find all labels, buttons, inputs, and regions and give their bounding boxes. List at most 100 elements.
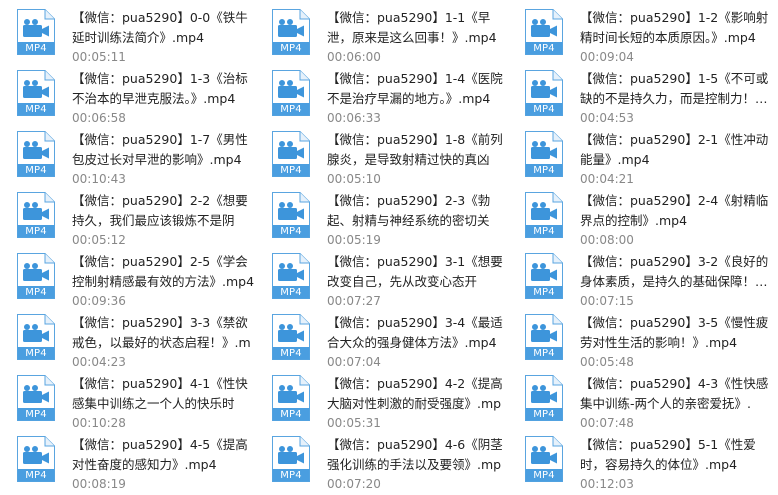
file-item[interactable]: MP4 【微信：pua5290】3-4《最适合大众的强身健体方法》.mp4 00… — [255, 311, 508, 372]
file-item[interactable]: MP4 【微信：pua5290】4-3《性快感集中训练-两个人的亲密爱抚》.m…… — [508, 372, 778, 433]
mp4-file-icon: MP4 — [524, 69, 564, 117]
file-ext-label: MP4 — [533, 104, 555, 115]
file-duration: 00:06:33 — [327, 111, 381, 125]
file-duration: 00:05:10 — [327, 172, 381, 186]
mp4-file-icon: MP4 — [271, 69, 311, 117]
mp4-file-icon: MP4 — [16, 374, 56, 422]
file-name: 【微信：pua5290】1-3《治标不治本的早泄克服法。》.mp4 — [72, 71, 248, 106]
file-item[interactable]: MP4 【微信：pua5290】4-6《阴茎强化训练的手法以及要领》.mp4 0… — [255, 433, 508, 494]
mp4-file-icon: MP4 — [16, 191, 56, 239]
file-duration: 00:05:48 — [580, 355, 634, 369]
file-duration: 00:09:36 — [72, 294, 126, 308]
file-duration: 00:05:19 — [327, 233, 381, 247]
file-item[interactable]: MP4 【微信：pua5290】5-1《性爱时，容易持久的体位》.mp4 00:… — [508, 433, 778, 494]
file-ext-label: MP4 — [25, 409, 47, 420]
mp4-file-icon: MP4 — [524, 374, 564, 422]
file-ext-label: MP4 — [25, 226, 47, 237]
file-text: 【微信：pua5290】1-7《男性包皮过长对早泄的影响》.mp4 00:10:… — [72, 128, 255, 187]
file-name: 【微信：pua5290】2-2《想要持久，我们最应该锻炼不是阴茎，… — [72, 193, 248, 228]
file-duration: 00:05:31 — [327, 416, 381, 430]
file-name: 【微信：pua5290】1-5《不可或缺的不是持久力，而是控制力！… — [580, 71, 769, 106]
file-duration: 00:07:48 — [580, 416, 634, 430]
mp4-file-icon: MP4 — [16, 130, 56, 178]
file-name: 【微信：pua5290】4-6《阴茎强化训练的手法以及要领》.mp4 — [327, 437, 503, 472]
file-item[interactable]: MP4 【微信：pua5290】1-3《治标不治本的早泄克服法。》.mp4 00… — [0, 67, 255, 128]
file-name: 【微信：pua5290】5-1《性爱时，容易持久的体位》.mp4 — [580, 437, 756, 472]
file-ext-label: MP4 — [280, 348, 302, 359]
file-ext-label: MP4 — [280, 409, 302, 420]
file-ext-label: MP4 — [25, 287, 47, 298]
file-ext-label: MP4 — [280, 43, 302, 54]
file-ext-label: MP4 — [533, 348, 555, 359]
file-name: 【微信：pua5290】3-2《良好的身体素质，是持久的基础保障！… — [580, 254, 769, 289]
file-text: 【微信：pua5290】4-2《提高大脑对性刺激的耐受强度》.mp4 00:05… — [327, 372, 508, 431]
file-item[interactable]: MP4 【微信：pua5290】1-2《影响射精时间长短的本质原因。》.mp4 … — [508, 6, 778, 67]
file-text: 【微信：pua5290】3-4《最适合大众的强身健体方法》.mp4 00:07:… — [327, 311, 508, 370]
file-name: 【微信：pua5290】1-1《早泄，原来是这么回事！》.mp4 — [327, 10, 497, 45]
file-item[interactable]: MP4 【微信：pua5290】4-1《性快感集中训练之一个人的快乐时光》.… … — [0, 372, 255, 433]
file-name: 【微信：pua5290】1-7《男性包皮过长对早泄的影响》.mp4 — [72, 132, 248, 167]
file-text: 【微信：pua5290】4-1《性快感集中训练之一个人的快乐时光》.… 00:1… — [72, 372, 255, 431]
file-item[interactable]: MP4 【微信：pua5290】1-5《不可或缺的不是持久力，而是控制力！… 0… — [508, 67, 778, 128]
file-duration: 00:09:04 — [580, 50, 634, 64]
file-item[interactable]: MP4 【微信：pua5290】1-1《早泄，原来是这么回事！》.mp4 00:… — [255, 6, 508, 67]
file-item[interactable]: MP4 【微信：pua5290】0-0《铁牛延时训练法简介》.mp4 00:05… — [0, 6, 255, 67]
file-duration: 00:07:15 — [580, 294, 634, 308]
file-text: 【微信：pua5290】1-5《不可或缺的不是持久力，而是控制力！… 00:04… — [580, 67, 770, 126]
file-duration: 00:12:03 — [580, 477, 634, 491]
mp4-file-icon: MP4 — [16, 435, 56, 483]
file-duration: 00:10:28 — [72, 416, 126, 430]
file-duration: 00:08:19 — [72, 477, 126, 491]
file-ext-label: MP4 — [25, 348, 47, 359]
mp4-file-icon: MP4 — [271, 313, 311, 361]
file-ext-label: MP4 — [280, 226, 302, 237]
file-name: 【微信：pua5290】2-3《勃起、射精与神经系统的密切关系》.mp4 — [327, 193, 491, 228]
file-item[interactable]: MP4 【微信：pua5290】2-2《想要持久，我们最应该锻炼不是阴茎，… 0… — [0, 189, 255, 250]
file-ext-label: MP4 — [25, 470, 47, 481]
mp4-file-icon: MP4 — [524, 130, 564, 178]
file-text: 【微信：pua5290】0-0《铁牛延时训练法简介》.mp4 00:05:11 — [72, 6, 255, 65]
mp4-file-icon: MP4 — [524, 313, 564, 361]
file-ext-label: MP4 — [280, 104, 302, 115]
file-duration: 00:08:00 — [580, 233, 634, 247]
file-ext-label: MP4 — [25, 165, 47, 176]
file-item[interactable]: MP4 【微信：pua5290】1-7《男性包皮过长对早泄的影响》.mp4 00… — [0, 128, 255, 189]
file-ext-label: MP4 — [25, 104, 47, 115]
file-item[interactable]: MP4 【微信：pua5290】3-2《良好的身体素质，是持久的基础保障！… 0… — [508, 250, 778, 311]
file-ext-label: MP4 — [533, 165, 555, 176]
file-item[interactable]: MP4 【微信：pua5290】3-1《想要改变自己，先从改变心态开始！》.… … — [255, 250, 508, 311]
file-text: 【微信：pua5290】1-4《医院不是治疗早漏的地方。》.mp4 00:06:… — [327, 67, 508, 126]
file-text: 【微信：pua5290】1-3《治标不治本的早泄克服法。》.mp4 00:06:… — [72, 67, 255, 126]
mp4-file-icon: MP4 — [271, 435, 311, 483]
file-text: 【微信：pua5290】1-1《早泄，原来是这么回事！》.mp4 00:06:0… — [327, 6, 508, 65]
file-item[interactable]: MP4 【微信：pua5290】4-5《提高对性奋度的感知力》.mp4 00:0… — [0, 433, 255, 494]
file-item[interactable]: MP4 【微信：pua5290】2-1《性冲动能量》.mp4 00:04:21 — [508, 128, 778, 189]
file-ext-label: MP4 — [533, 287, 555, 298]
file-item[interactable]: MP4 【微信：pua5290】2-4《射精临界点的控制》.mp4 00:08:… — [508, 189, 778, 250]
mp4-file-icon: MP4 — [16, 69, 56, 117]
mp4-file-icon: MP4 — [16, 252, 56, 300]
mp4-file-icon: MP4 — [524, 8, 564, 56]
file-item[interactable]: MP4 【微信：pua5290】1-4《医院不是治疗早漏的地方。》.mp4 00… — [255, 67, 508, 128]
file-duration: 00:06:00 — [327, 50, 381, 64]
file-item[interactable]: MP4 【微信：pua5290】2-5《学会控制射精感最有效的方法》.mp4 0… — [0, 250, 255, 311]
file-duration: 00:05:11 — [72, 50, 126, 64]
file-text: 【微信：pua5290】2-3《勃起、射精与神经系统的密切关系》.mp4 00:… — [327, 189, 508, 248]
file-name: 【微信：pua5290】3-5《慢性疲劳对性生活的影响！》.mp4 — [580, 315, 769, 350]
file-text: 【微信：pua5290】4-3《性快感集中训练-两个人的亲密爱抚》.m… 00:… — [580, 372, 770, 431]
file-ext-label: MP4 — [533, 226, 555, 237]
file-item[interactable]: MP4 【微信：pua5290】3-5《慢性疲劳对性生活的影响！》.mp4 00… — [508, 311, 778, 372]
file-item[interactable]: MP4 【微信：pua5290】4-2《提高大脑对性刺激的耐受强度》.mp4 0… — [255, 372, 508, 433]
file-grid: MP4 【微信：pua5290】0-0《铁牛延时训练法简介》.mp4 00:05… — [0, 0, 778, 495]
mp4-file-icon: MP4 — [524, 435, 564, 483]
file-duration: 00:04:53 — [580, 111, 634, 125]
file-duration: 00:04:23 — [72, 355, 126, 369]
file-text: 【微信：pua5290】2-1《性冲动能量》.mp4 00:04:21 — [580, 128, 770, 187]
file-duration: 00:07:20 — [327, 477, 381, 491]
file-item[interactable]: MP4 【微信：pua5290】1-8《前列腺炎，是导致射精过快的真凶吗？… 0… — [255, 128, 508, 189]
mp4-file-icon: MP4 — [16, 313, 56, 361]
file-duration: 00:10:43 — [72, 172, 126, 186]
file-item[interactable]: MP4 【微信：pua5290】2-3《勃起、射精与神经系统的密切关系》.mp4… — [255, 189, 508, 250]
file-item[interactable]: MP4 【微信：pua5290】3-3《禁欲戒色，以最好的状态启程！》.mp4 … — [0, 311, 255, 372]
mp4-file-icon: MP4 — [271, 130, 311, 178]
